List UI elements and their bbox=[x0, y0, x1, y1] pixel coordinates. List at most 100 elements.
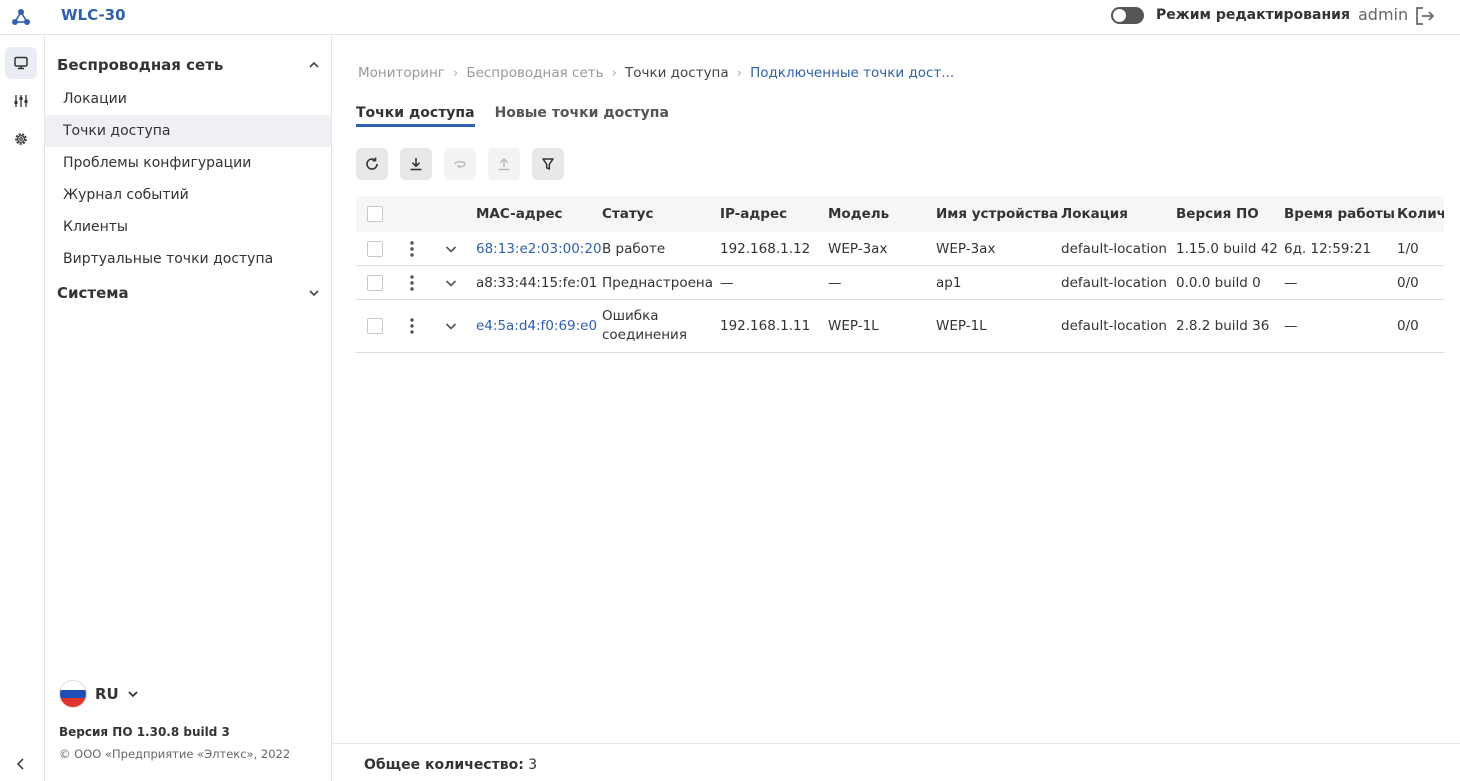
mac-address-cell: a8:33:44:15:fe:01 bbox=[476, 274, 598, 291]
chevron-down-icon[interactable] bbox=[444, 242, 458, 256]
total-count-label: Общее количество: bbox=[364, 757, 524, 773]
column-header-ip[interactable]: IP-адрес bbox=[720, 196, 787, 232]
edit-mode-label: Режим редактирования bbox=[1156, 7, 1350, 23]
russia-flag-icon bbox=[59, 680, 87, 708]
total-count-value: 3 bbox=[528, 757, 538, 773]
firmware-cell: 0.0.0 build 0 bbox=[1176, 274, 1261, 291]
sidebar-item-event-log[interactable]: Журнал событий bbox=[45, 179, 331, 211]
sidebar-item-config-problems[interactable]: Проблемы конфигурации bbox=[45, 147, 331, 179]
firmware-cell: 1.15.0 build 42 bbox=[1176, 240, 1278, 257]
sidebar: Беспроводная сеть Локации Точки доступа … bbox=[45, 35, 332, 781]
sidebar-item-access-points[interactable]: Точки доступа bbox=[45, 115, 331, 147]
chevron-right-icon: › bbox=[452, 65, 459, 81]
mac-address-link[interactable]: e4:5a:d4:f0:69:e0 bbox=[476, 300, 597, 352]
top-bar: WLC-30 Режим редактирования admin bbox=[0, 0, 1460, 35]
chevron-down-icon bbox=[309, 290, 319, 297]
sidebar-section-wireless[interactable]: Беспроводная сеть bbox=[57, 54, 321, 76]
row-checkbox[interactable] bbox=[367, 240, 383, 257]
status-cell: Ошибка соединения bbox=[602, 308, 687, 343]
model-cell: WEP-3ax bbox=[828, 240, 888, 257]
chevron-right-icon: › bbox=[611, 65, 617, 81]
breadcrumb-item-access-points[interactable]: Точки доступа bbox=[625, 65, 729, 81]
chevron-left-icon[interactable] bbox=[12, 755, 30, 773]
status-cell: Преднастроена bbox=[602, 274, 713, 291]
sidebar-item-virtual-aps[interactable]: Виртуальные точки доступа bbox=[45, 243, 331, 275]
main-content: Мониторинг › Беспроводная сеть › Точки д… bbox=[332, 35, 1460, 781]
column-header-firmware[interactable]: Версия ПО bbox=[1176, 196, 1259, 232]
copyright: © ООО «Предприятие «Элтекс», 2022 bbox=[59, 747, 291, 761]
sidebar-section-label: Беспроводная сеть bbox=[57, 56, 224, 74]
row-checkbox[interactable] bbox=[367, 274, 383, 291]
column-header-mac[interactable]: MAC-адрес bbox=[476, 196, 563, 232]
icon-rail bbox=[0, 35, 45, 781]
mac-address-link[interactable]: 68:13:e2:03:00:20 bbox=[476, 232, 602, 265]
model-cell: WEP-1L bbox=[828, 318, 879, 334]
rail-system-button[interactable] bbox=[5, 123, 37, 155]
reboot-button[interactable] bbox=[444, 148, 476, 180]
download-button[interactable] bbox=[400, 148, 432, 180]
monitor-icon bbox=[14, 56, 28, 70]
select-all-checkbox[interactable] bbox=[367, 206, 383, 222]
sidebar-section-label: Система bbox=[57, 284, 129, 302]
more-vertical-icon[interactable] bbox=[406, 240, 418, 258]
location-cell: default-location bbox=[1061, 274, 1167, 291]
logo-icon[interactable] bbox=[10, 6, 32, 28]
column-header-device-name[interactable]: Имя устройства bbox=[936, 196, 1058, 232]
sidebar-item-label: Клиенты bbox=[63, 219, 128, 235]
refresh-icon bbox=[366, 157, 378, 170]
more-vertical-icon[interactable] bbox=[406, 317, 418, 335]
rail-settings-button[interactable] bbox=[5, 85, 37, 117]
filter-button[interactable] bbox=[532, 148, 564, 180]
rail-monitoring-button[interactable] bbox=[5, 47, 37, 79]
table-row: 68:13:e2:03:00:20 В работе 192.168.1.12 … bbox=[356, 232, 1444, 266]
total-count: Общее количество: 3 bbox=[364, 757, 537, 773]
breadcrumb-item-monitoring[interactable]: Мониторинг bbox=[358, 65, 445, 81]
upload-icon bbox=[498, 157, 510, 171]
uptime-cell: 6д. 12:59:21 bbox=[1284, 240, 1372, 257]
table-row: e4:5a:d4:f0:69:e0 Ошибка соединения 192.… bbox=[356, 300, 1444, 353]
upload-button[interactable] bbox=[488, 148, 520, 180]
chevron-right-icon: › bbox=[736, 65, 743, 81]
sidebar-item-clients[interactable]: Клиенты bbox=[45, 211, 331, 243]
sidebar-item-label: Локации bbox=[63, 91, 127, 107]
column-header-uptime[interactable]: Время работы bbox=[1284, 196, 1395, 232]
row-checkbox[interactable] bbox=[367, 318, 383, 334]
uptime-cell: — bbox=[1284, 274, 1298, 291]
count-cell: 1/0 bbox=[1397, 240, 1419, 257]
location-cell: default-location bbox=[1061, 318, 1167, 334]
language-selector[interactable]: RU bbox=[59, 680, 139, 708]
app-title[interactable]: WLC-30 bbox=[61, 6, 126, 24]
refresh-button[interactable] bbox=[356, 148, 388, 180]
chevron-up-icon bbox=[309, 61, 319, 68]
column-header-location[interactable]: Локация bbox=[1061, 196, 1128, 232]
toolbar bbox=[356, 148, 564, 180]
breadcrumb-item-wireless[interactable]: Беспроводная сеть bbox=[466, 65, 603, 81]
device-name-cell: ap1 bbox=[936, 274, 962, 291]
table-row: a8:33:44:15:fe:01 Преднастроена — — ap1 … bbox=[356, 266, 1444, 300]
firmware-version: Версия ПО 1.30.8 build 3 bbox=[59, 725, 230, 739]
sidebar-section-system[interactable]: Система bbox=[57, 282, 321, 304]
more-vertical-icon[interactable] bbox=[406, 274, 418, 292]
filter-icon bbox=[542, 158, 554, 170]
gear-icon bbox=[15, 133, 27, 145]
chevron-down-icon[interactable] bbox=[444, 319, 458, 333]
device-name-cell: WEP-1L bbox=[936, 318, 987, 334]
logout-icon[interactable] bbox=[1414, 6, 1436, 26]
access-points-table: MAC-адрес Статус IP-адрес Модель Имя уст… bbox=[356, 196, 1444, 353]
ip-cell: 192.168.1.12 bbox=[720, 240, 811, 257]
firmware-cell: 2.8.2 build 36 bbox=[1176, 318, 1270, 334]
column-header-model[interactable]: Модель bbox=[828, 196, 889, 232]
breadcrumb-item-current: Подключенные точки дост... bbox=[750, 65, 955, 81]
edit-mode-toggle[interactable] bbox=[1111, 7, 1144, 24]
breadcrumb: Мониторинг › Беспроводная сеть › Точки д… bbox=[358, 65, 954, 81]
tab-new-access-points[interactable]: Новые точки доступа bbox=[495, 105, 669, 127]
ip-cell: 192.168.1.11 bbox=[720, 318, 811, 334]
language-label: RU bbox=[95, 685, 119, 703]
footer: Общее количество: 3 bbox=[332, 743, 1460, 781]
tab-access-points[interactable]: Точки доступа bbox=[356, 105, 475, 127]
column-header-status[interactable]: Статус bbox=[602, 196, 653, 232]
sidebar-item-locations[interactable]: Локации bbox=[45, 83, 331, 115]
chevron-down-icon[interactable] bbox=[444, 276, 458, 290]
model-cell: — bbox=[828, 274, 842, 291]
column-header-count[interactable]: Количество bbox=[1397, 196, 1444, 232]
